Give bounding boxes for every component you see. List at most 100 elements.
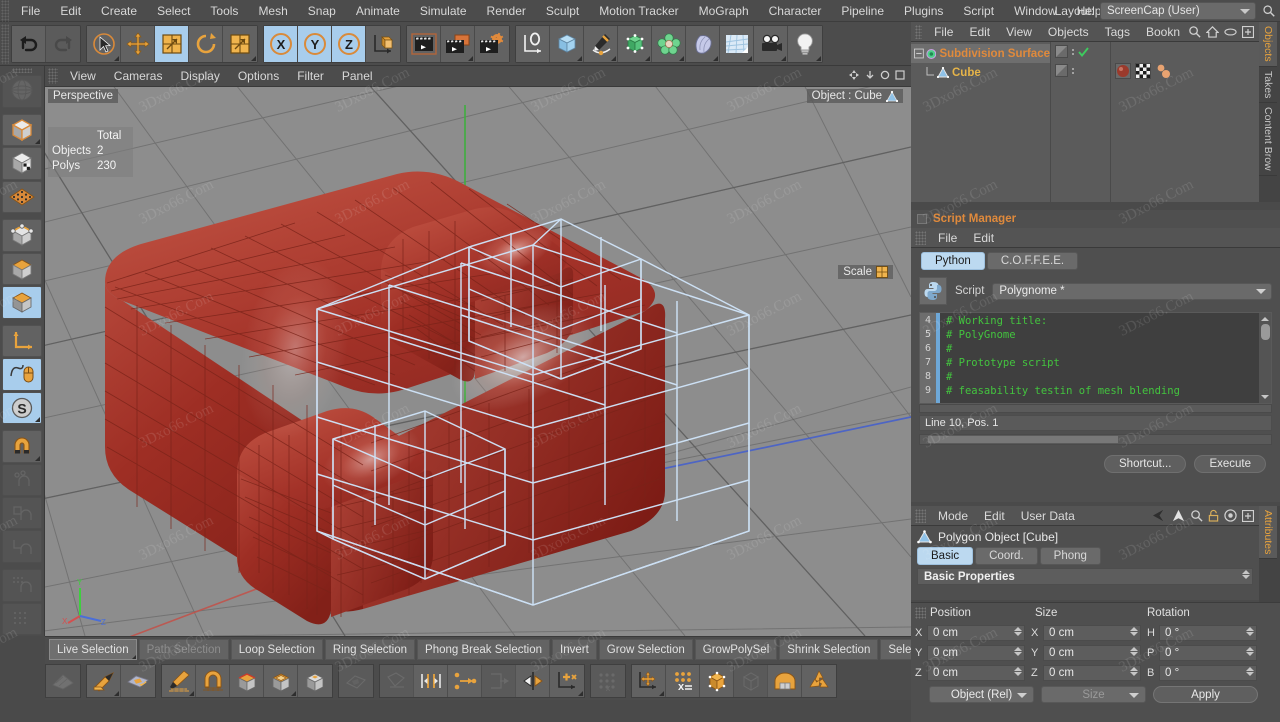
- spline-pen-button[interactable]: [584, 26, 618, 62]
- brush-button[interactable]: [162, 665, 196, 697]
- deformer-button[interactable]: [686, 26, 720, 62]
- object-manager-grip[interactable]: [915, 25, 922, 39]
- am-menu-edit[interactable]: Edit: [976, 506, 1013, 526]
- script-scroll-thumb[interactable]: [928, 436, 1118, 443]
- brush-sculpt-button[interactable]: [46, 665, 80, 697]
- menu-plugins[interactable]: Plugins: [894, 0, 953, 22]
- nurbs-button[interactable]: [618, 26, 652, 62]
- minimize-panel-icon[interactable]: [865, 70, 875, 80]
- close-polygon-hole-button[interactable]: [339, 665, 373, 697]
- camera-button[interactable]: [754, 26, 788, 62]
- rotation-h-input[interactable]: 0 °: [1159, 625, 1257, 641]
- object-row-subdivision-surface[interactable]: Subdivision Surface: [911, 44, 1050, 63]
- tool-guide-snap[interactable]: [2, 603, 42, 635]
- disconnect-button[interactable]: [550, 665, 584, 697]
- target-icon[interactable]: [1224, 509, 1237, 522]
- menu-script[interactable]: Script: [953, 0, 1004, 22]
- extrude-inner-button[interactable]: [264, 665, 298, 697]
- mode-shrink-selection[interactable]: Shrink Selection: [779, 639, 878, 660]
- lock-z-axis-button[interactable]: Z: [332, 26, 366, 62]
- sm-menu-edit[interactable]: Edit: [965, 228, 1002, 248]
- script-manager-grip[interactable]: [915, 231, 926, 245]
- tool-point-snap[interactable]: [2, 464, 42, 496]
- am-menu-mode[interactable]: Mode: [930, 506, 976, 526]
- tool-edges-mode[interactable]: [2, 219, 42, 251]
- tool-object-mode[interactable]: [2, 286, 42, 318]
- stepper-icon[interactable]: [1014, 627, 1022, 636]
- viewport-menu-options[interactable]: Options: [229, 66, 288, 87]
- editor-render-dots-icon[interactable]: [1072, 68, 1074, 74]
- move-tool[interactable]: [121, 26, 155, 62]
- align-normals-button[interactable]: x: [591, 665, 625, 697]
- stepper-icon[interactable]: [1246, 647, 1254, 656]
- bevel-button[interactable]: [298, 665, 332, 697]
- script-manager-checkbox[interactable]: [917, 214, 927, 224]
- vtab-objects[interactable]: Objects: [1259, 22, 1277, 67]
- menu-select[interactable]: Select: [147, 0, 200, 22]
- mode-live-selection[interactable]: Live Selection: [49, 639, 137, 660]
- tool-texture-mode[interactable]: [2, 147, 42, 179]
- undo-button[interactable]: [12, 26, 46, 62]
- tool-grid-snap[interactable]: [2, 569, 42, 601]
- extrude-button[interactable]: [230, 665, 264, 697]
- melt-button[interactable]: [380, 665, 414, 697]
- size-x-input[interactable]: 0 cm: [1043, 625, 1141, 641]
- menu-animate[interactable]: Animate: [346, 0, 410, 22]
- rotation-p-input[interactable]: 0 °: [1159, 645, 1257, 661]
- eye-icon[interactable]: [1224, 27, 1237, 37]
- vtab-content-browser[interactable]: Content Brow: [1259, 103, 1277, 176]
- mode-invert[interactable]: Invert: [552, 639, 597, 660]
- mirror-button[interactable]: [632, 665, 666, 697]
- tool-workplane[interactable]: S: [2, 392, 42, 424]
- expand-toggle-icon[interactable]: [914, 48, 924, 59]
- menu-character[interactable]: Character: [759, 0, 832, 22]
- untriangulate-button[interactable]: [768, 665, 802, 697]
- rotation-b-input[interactable]: 0 °: [1159, 665, 1257, 681]
- am-menu-user-data[interactable]: User Data: [1013, 506, 1083, 526]
- mode-ring-selection[interactable]: Ring Selection: [325, 639, 415, 660]
- menu-mesh[interactable]: Mesh: [248, 0, 297, 22]
- search-icon[interactable]: [1262, 4, 1276, 18]
- maximize-panel-icon[interactable]: [880, 70, 890, 80]
- tool-points-mode[interactable]: [2, 181, 42, 213]
- world-object-coordinate-button[interactable]: [366, 26, 400, 62]
- render-settings-button[interactable]: [475, 26, 509, 62]
- size-z-input[interactable]: 0 cm: [1043, 665, 1141, 681]
- light-button[interactable]: [788, 26, 822, 62]
- stepper-icon[interactable]: [1014, 667, 1022, 676]
- tab-python[interactable]: Python: [921, 252, 985, 270]
- environment-button[interactable]: [720, 26, 754, 62]
- menu-tools[interactable]: Tools: [200, 0, 248, 22]
- tab-basic[interactable]: Basic: [917, 547, 973, 565]
- mode-grow-selection[interactable]: Grow Selection: [599, 639, 693, 660]
- mode-phong-break-selection[interactable]: Phong Break Selection: [417, 639, 550, 660]
- enabled-check-icon[interactable]: [1078, 47, 1089, 57]
- tab-coffee[interactable]: C.O.F.F.E.E.: [987, 252, 1078, 270]
- optimize-button[interactable]: [482, 665, 516, 697]
- object-manager-body[interactable]: Subdivision Surface Cube: [911, 42, 1259, 202]
- visibility-dots-icon[interactable]: [1055, 64, 1068, 77]
- split-button[interactable]: [516, 665, 550, 697]
- weld-button[interactable]: [448, 665, 482, 697]
- om-menu-objects[interactable]: Objects: [1040, 22, 1097, 42]
- editor-horizontal-scrollbar[interactable]: [919, 404, 1272, 413]
- recycle-button[interactable]: [802, 665, 836, 697]
- cube-primitive-button[interactable]: [550, 26, 584, 62]
- bridge-button[interactable]: [196, 665, 230, 697]
- mode-select-connected[interactable]: Select Cor: [880, 639, 911, 660]
- om-menu-bookmarks[interactable]: Bookn: [1138, 22, 1188, 42]
- viewport-menu-grip[interactable]: [48, 68, 58, 84]
- menu-snap[interactable]: Snap: [298, 0, 346, 22]
- position-y-input[interactable]: 0 cm: [927, 645, 1025, 661]
- menu-edit[interactable]: Edit: [50, 0, 91, 22]
- editor-render-dots-icon[interactable]: [1072, 49, 1074, 55]
- search-icon[interactable]: [1190, 509, 1203, 522]
- layout-dropdown[interactable]: ScreenCap (User): [1100, 2, 1256, 20]
- stepper-icon[interactable]: [1130, 647, 1138, 656]
- editor-vertical-scrollbar[interactable]: [1259, 313, 1271, 403]
- position-z-input[interactable]: 0 cm: [927, 665, 1025, 681]
- polygon-pen-button[interactable]: [121, 665, 155, 697]
- shortcut-button[interactable]: Shortcut...: [1104, 455, 1186, 473]
- visibility-row-cube[interactable]: [1051, 61, 1110, 80]
- scale-tool[interactable]: [155, 26, 189, 62]
